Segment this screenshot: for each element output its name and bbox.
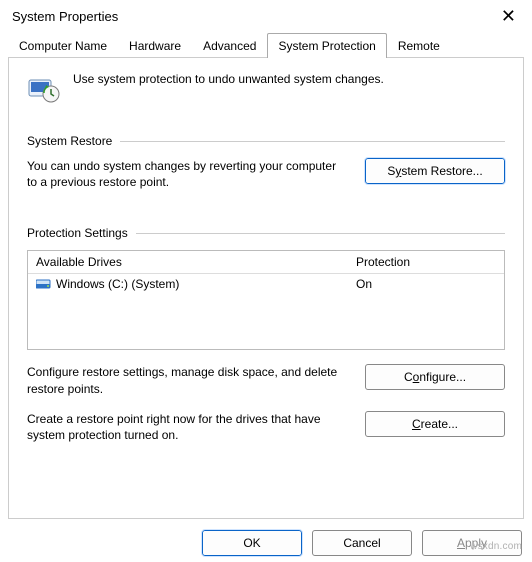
tab-advanced[interactable]: Advanced: [192, 33, 267, 58]
divider: [120, 141, 505, 142]
tab-hardware[interactable]: Hardware: [118, 33, 192, 58]
cancel-button[interactable]: Cancel: [312, 530, 412, 556]
tab-system-protection[interactable]: System Protection: [267, 33, 386, 58]
titlebar: System Properties ✕: [0, 0, 532, 32]
intro-row: Use system protection to undo unwanted s…: [27, 72, 505, 106]
configure-button[interactable]: Configure...: [365, 364, 505, 390]
system-restore-heading: System Restore: [27, 134, 112, 148]
system-restore-button[interactable]: System Restore...: [365, 158, 505, 184]
col-available-drives: Available Drives: [36, 255, 356, 269]
tab-panel: Use system protection to undo unwanted s…: [8, 57, 524, 519]
drives-list[interactable]: Available Drives Protection Windows (C:)…: [27, 250, 505, 350]
system-protection-icon: [27, 72, 61, 106]
close-icon[interactable]: ✕: [495, 5, 522, 27]
restore-text: You can undo system changes by reverting…: [27, 158, 347, 190]
create-row: Create a restore point right now for the…: [27, 411, 505, 443]
tab-computer-name[interactable]: Computer Name: [8, 33, 118, 58]
drives-header: Available Drives Protection: [28, 251, 504, 274]
create-text: Create a restore point right now for the…: [27, 411, 347, 443]
intro-text: Use system protection to undo unwanted s…: [73, 72, 384, 86]
restore-row: You can undo system changes by reverting…: [27, 158, 505, 190]
protection-heading: Protection Settings: [27, 226, 128, 240]
ok-button[interactable]: OK: [202, 530, 302, 556]
window-title: System Properties: [12, 9, 118, 24]
section-protection-settings: Protection Settings: [27, 226, 505, 240]
drive-protection-status: On: [356, 277, 496, 291]
divider: [136, 233, 505, 234]
tab-remote[interactable]: Remote: [387, 33, 451, 58]
create-button[interactable]: Create...: [365, 411, 505, 437]
drive-icon: [36, 277, 52, 291]
configure-row: Configure restore settings, manage disk …: [27, 364, 505, 396]
tab-strip: Computer Name Hardware Advanced System P…: [0, 33, 532, 58]
configure-text: Configure restore settings, manage disk …: [27, 364, 347, 396]
col-protection: Protection: [356, 255, 496, 269]
section-system-restore: System Restore: [27, 134, 505, 148]
table-row[interactable]: Windows (C:) (System) On: [28, 274, 504, 294]
watermark: wsxdn.com: [470, 541, 522, 552]
drive-name: Windows (C:) (System): [56, 277, 356, 291]
